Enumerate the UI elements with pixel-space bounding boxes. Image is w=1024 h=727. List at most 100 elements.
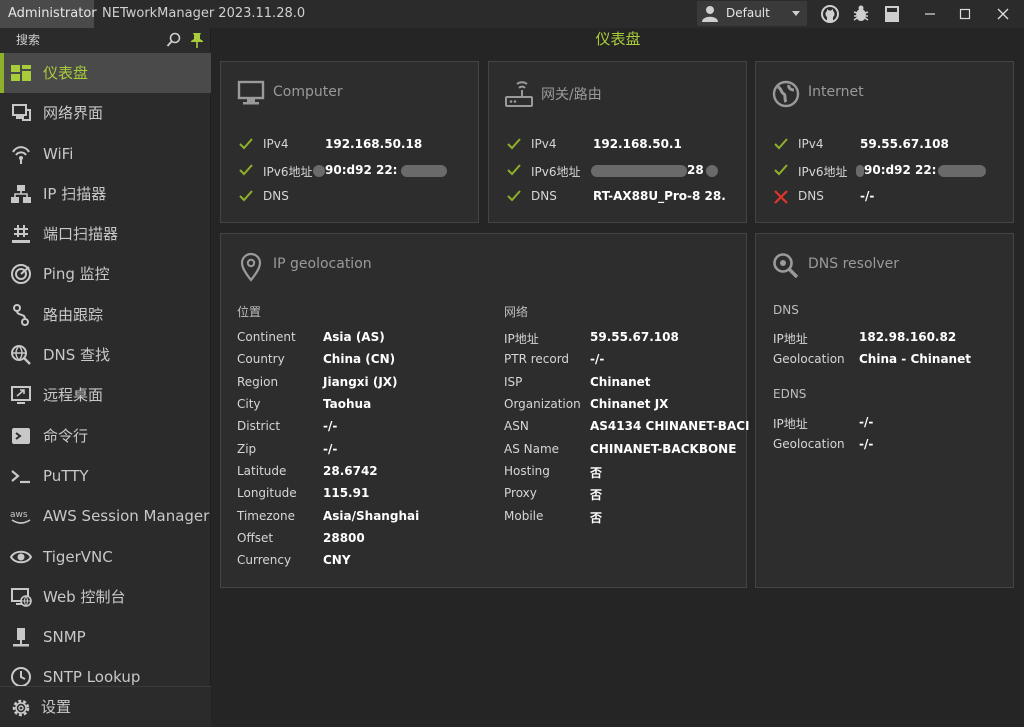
row-value: Asia (AS): [323, 330, 385, 344]
search-icon[interactable]: [166, 32, 182, 48]
redacted-blur: [313, 164, 325, 177]
row-value: -/-: [859, 437, 874, 451]
card-title: Computer: [273, 84, 343, 100]
snmp-icon: [13, 628, 29, 647]
row-key: IPv6地址: [263, 165, 313, 179]
ipv6-row: IPv6地址 90:d92 22:: [774, 161, 1004, 181]
sidebar-item-label: 命令行: [43, 426, 89, 445]
row-value-text: 90:d92 22:: [325, 163, 398, 177]
chevron-down-icon: [792, 11, 800, 16]
row-value: 192.168.50.18: [325, 137, 423, 151]
sidebar-item-port-scanner[interactable]: 端口扫描器: [0, 214, 211, 254]
sidebar-item-label: IP 扫描器: [43, 184, 107, 203]
row-key: ASN: [504, 419, 529, 433]
sidebar-item-ping-monitor[interactable]: Ping 监控: [0, 254, 211, 294]
ipv4-row: IPv4 192.168.50.1: [507, 135, 737, 155]
row-key: IP地址: [773, 332, 808, 346]
monitor-icon: [237, 80, 265, 105]
remote-desktop-icon: [11, 386, 31, 405]
sidebar-item-terminal[interactable]: 命令行: [0, 416, 211, 456]
row-value: 28800: [323, 531, 365, 545]
map-pin-icon: [240, 252, 262, 282]
sidebar-item-ip-scanner[interactable]: IP 扫描器: [0, 174, 211, 214]
admin-badge: Administrator: [0, 0, 97, 28]
row-value: -/-: [860, 189, 875, 203]
row-key: Country: [237, 352, 285, 366]
aws-icon: aws: [10, 510, 31, 525]
pin-icon[interactable]: [190, 32, 204, 48]
sidebar-item-network-interface[interactable]: 网络界面: [0, 93, 211, 133]
sidebar-item-remote-desktop[interactable]: 远程桌面: [0, 375, 211, 415]
redacted-blur: [705, 164, 718, 177]
web-console-icon: [11, 587, 32, 607]
sidebar-item-settings[interactable]: 设置: [0, 686, 211, 727]
location-section-label: 位置: [237, 305, 262, 319]
row-key: IP地址: [773, 417, 808, 431]
sidebar-item-dns-lookup[interactable]: DNS 查找: [0, 335, 211, 375]
sidebar-item-traceroute[interactable]: 路由跟踪: [0, 295, 211, 335]
sidebar-item-wifi[interactable]: WiFi: [0, 134, 211, 174]
row-key: IPv4: [531, 137, 557, 151]
row-value: Asia/Shanghai: [323, 509, 420, 523]
row-value: Chinanet: [590, 375, 651, 389]
profile-selector[interactable]: Default: [697, 1, 807, 26]
row-value: China (CN): [323, 352, 396, 366]
minimize-button[interactable]: [913, 0, 947, 28]
row-key: Currency: [237, 553, 292, 567]
row-value: 28.6742: [323, 464, 378, 478]
app-title: NETworkManager 2023.11.28.0: [102, 6, 306, 21]
check-icon: [239, 164, 253, 176]
svg-text:aws: aws: [10, 510, 28, 520]
row-value: 90:d92 22:: [313, 163, 448, 177]
sidebar-item-snmp[interactable]: SNMP: [0, 617, 211, 657]
sidebar-item-label: TigerVNC: [43, 547, 113, 566]
dns-resolver-card: DNS resolver DNS IP地址 182.98.160.82 Geolo…: [755, 233, 1014, 588]
terminal-icon: [12, 427, 30, 444]
maximize-button[interactable]: [948, 0, 982, 28]
settings-label: 设置: [41, 698, 72, 716]
redacted-blur: [591, 164, 687, 177]
row-key: Longitude: [237, 486, 297, 500]
row-key: DNS: [263, 189, 289, 203]
row-key: IPv6地址: [798, 165, 848, 179]
sidebar-item-label: 网络界面: [43, 104, 104, 123]
profile-name: Default: [726, 6, 770, 20]
sidebar-item-aws-session-manager[interactable]: aws AWS Session Manager: [0, 496, 211, 536]
row-value-text: 90:d92 22:: [864, 163, 937, 177]
row-value: -/-: [323, 419, 338, 433]
row-key: Zip: [237, 442, 257, 456]
check-icon: [239, 138, 253, 150]
document-icon[interactable]: [882, 4, 902, 24]
bug-icon[interactable]: [851, 4, 871, 24]
sidebar-item-tigervnc[interactable]: TigerVNC: [0, 537, 211, 577]
close-button[interactable]: [986, 0, 1020, 28]
check-icon: [507, 138, 521, 150]
github-icon[interactable]: [820, 4, 840, 24]
sidebar-item-dashboard[interactable]: 仪表盘: [0, 53, 211, 94]
sidebar-item-web-console[interactable]: Web 控制台: [0, 577, 211, 617]
row-key: Geolocation: [773, 352, 845, 366]
ping-monitor-icon: [11, 264, 31, 285]
card-title: DNS resolver: [808, 256, 900, 272]
sidebar-item-label: DNS 查找: [43, 346, 111, 365]
row-value: CNY: [323, 553, 351, 567]
row-key: Continent: [237, 330, 296, 344]
edns-section-label: EDNS: [773, 387, 807, 401]
row-value: 192.168.50.1: [593, 137, 682, 151]
sidebar-item-putty[interactable]: PuTTY: [0, 456, 211, 496]
putty-icon: [11, 470, 30, 484]
check-icon: [774, 164, 788, 176]
page-title: 仪表盘: [595, 30, 641, 48]
search-bar[interactable]: 搜索: [0, 28, 211, 52]
row-value: 28: [591, 163, 718, 177]
dashboard-icon: [11, 65, 31, 81]
row-key: PTR record: [504, 352, 570, 366]
row-key: Timezone: [237, 509, 295, 523]
sidebar-item-label: Web 控制台: [43, 587, 126, 606]
row-value: RT-AX88U_Pro-8 28.: [593, 189, 726, 203]
row-value: CHINANET-BACKBONE: [590, 442, 737, 456]
row-key: IP地址: [504, 332, 539, 346]
sidebar-item-label: 仪表盘: [43, 64, 89, 82]
row-key: DNS: [531, 189, 557, 203]
sidebar-item-label: PuTTY: [43, 466, 89, 485]
